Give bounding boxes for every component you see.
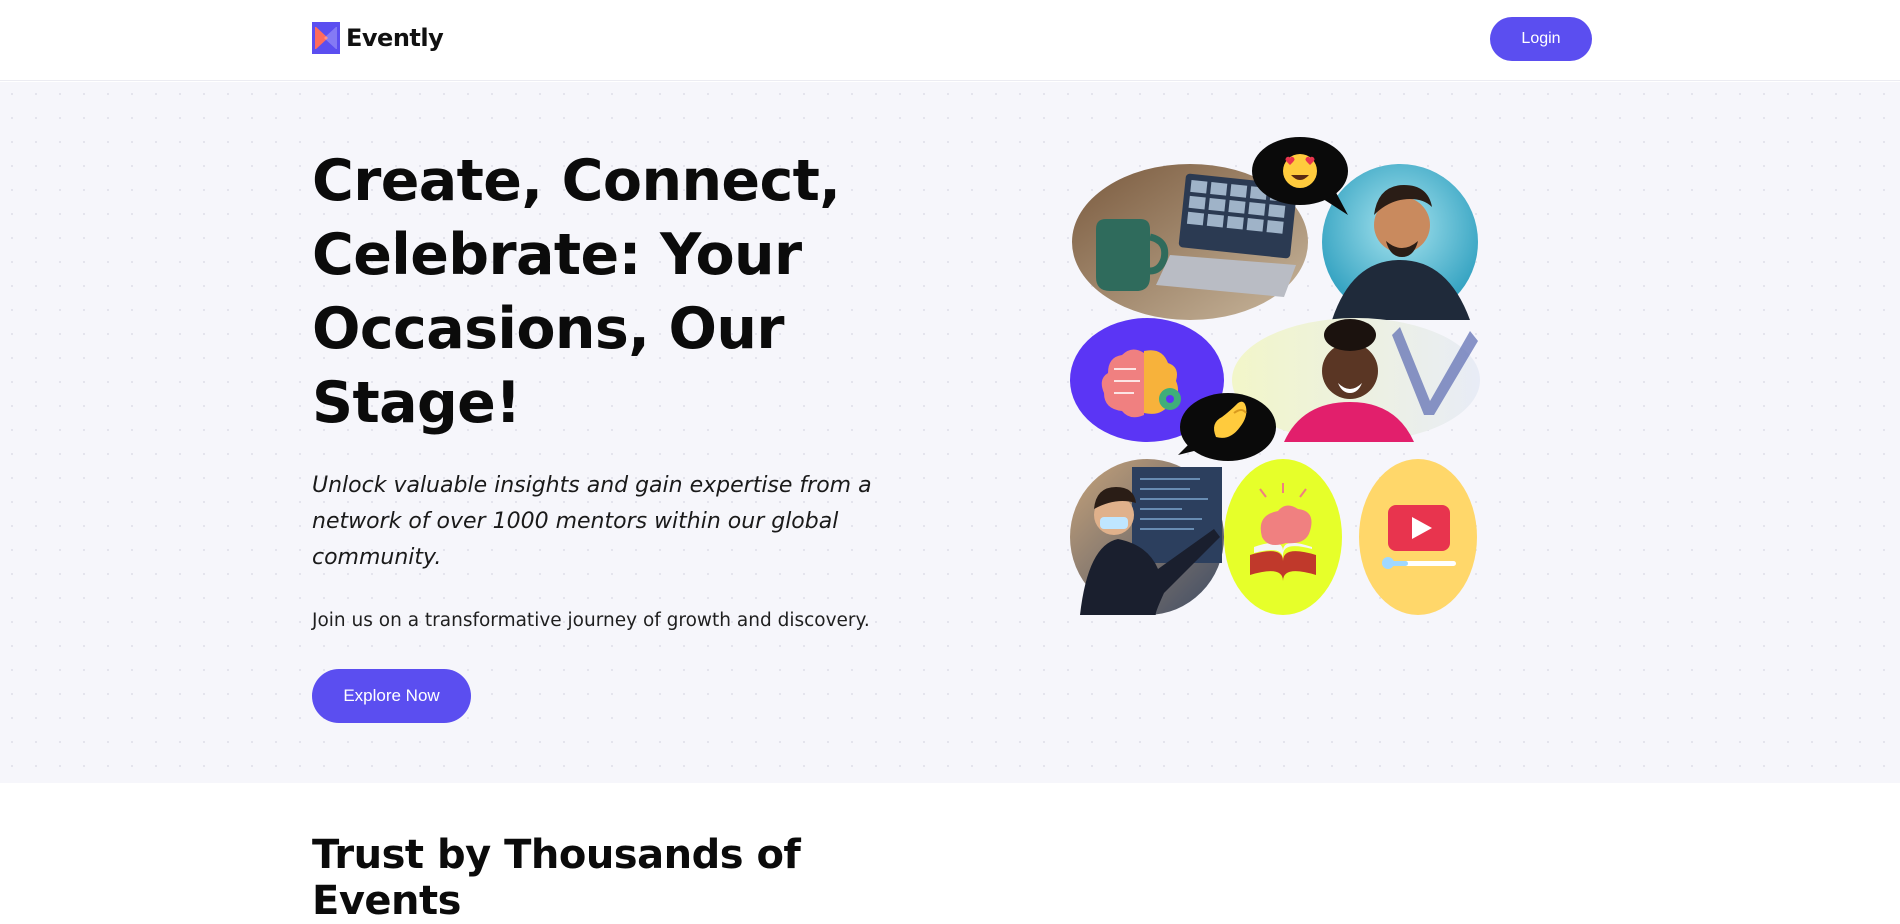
brand-logo[interactable]: Evently (312, 22, 444, 54)
photo-man-smiling (1322, 164, 1478, 320)
trust-section-title: Trust by Thousands of Events (312, 832, 801, 924)
top-navbar: Evently Login (0, 0, 1900, 81)
hero-join-text: Join us on a transformative journey of g… (312, 610, 870, 631)
hero-section: Create, Connect, Celebrate: Your Occasio… (0, 82, 1900, 783)
hero-subtitle: Unlock valuable insights and gain expert… (312, 473, 872, 570)
photo-presenter (1070, 459, 1224, 615)
brand-name: Evently (346, 24, 444, 52)
evently-logo-icon (312, 22, 340, 54)
explore-now-button[interactable]: Explore Now (312, 669, 471, 723)
login-button[interactable]: Login (1490, 17, 1592, 61)
hero-collage (1070, 137, 1480, 617)
hero-title: Create, Connect, Celebrate: Your Occasio… (312, 148, 841, 436)
video-play-icon (1359, 459, 1477, 615)
brain-book-icon (1224, 459, 1342, 615)
